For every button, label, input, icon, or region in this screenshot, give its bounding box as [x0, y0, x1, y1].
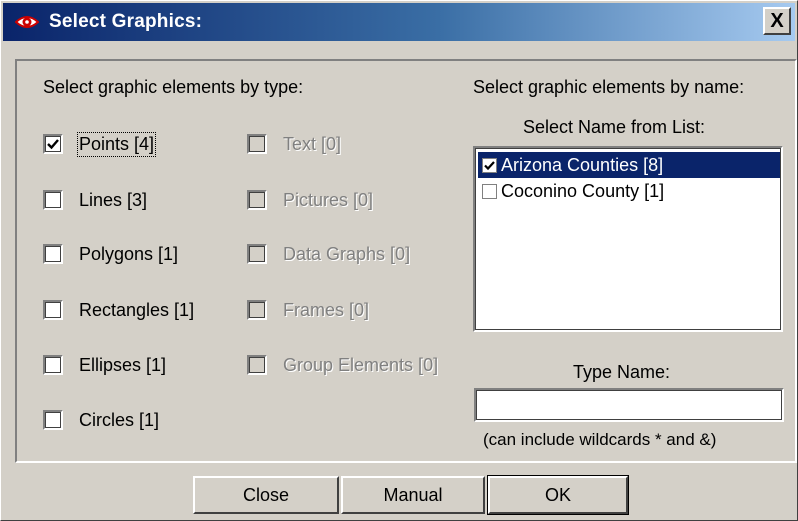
by-type-heading: Select graphic elements by type:	[43, 77, 304, 97]
checkbox-lines[interactable]: Lines [3]	[43, 187, 147, 213]
list-item-label: Coconino County [1]	[501, 180, 665, 201]
type-name-label: Type Name:	[573, 362, 671, 382]
checkmark-icon	[47, 139, 59, 150]
list-checkbox[interactable]	[482, 183, 497, 199]
checkbox-ellipses[interactable]: Ellipses [1]	[43, 352, 166, 378]
checkbox-rectangles[interactable]: Rectangles [1]	[43, 297, 194, 323]
by-name-heading: Select graphic elements by name:	[473, 77, 745, 97]
checkbox-box	[247, 355, 267, 375]
list-checkbox[interactable]	[482, 157, 497, 173]
checkbox-frames: Frames [0]	[247, 297, 369, 323]
list-item-coconino-county[interactable]: Coconino County [1]	[478, 178, 664, 204]
checkbox-pictures: Pictures [0]	[247, 187, 373, 213]
checkbox-label: Circles [1]	[79, 409, 160, 430]
name-list[interactable]: Arizona Counties [8] Coconino County [1]	[473, 146, 783, 332]
checkbox-label: Lines [3]	[79, 189, 148, 210]
checkbox-label: Pictures [0]	[283, 189, 374, 210]
eye-icon	[14, 12, 40, 32]
checkbox-box	[247, 300, 267, 320]
checkbox-box[interactable]	[43, 355, 63, 375]
dialog-title: Select Graphics:	[49, 11, 203, 32]
checkbox-label: Group Elements [0]	[283, 354, 439, 375]
ok-button[interactable]: OK	[487, 475, 629, 515]
checkbox-box[interactable]	[43, 244, 63, 264]
checkmark-icon	[484, 160, 495, 170]
checkbox-data-graphs: Data Graphs [0]	[247, 241, 410, 267]
checkbox-label: Rectangles [1]	[79, 299, 195, 320]
checkbox-box[interactable]	[43, 300, 63, 320]
close-window-button[interactable]: X	[763, 7, 791, 35]
checkbox-box	[247, 244, 267, 264]
select-name-list-label: Select Name from List:	[523, 117, 706, 137]
type-name-input[interactable]	[474, 388, 784, 422]
checkbox-box	[247, 190, 267, 210]
wildcard-hint: (can include wildcards * and &)	[483, 430, 717, 449]
checkbox-box[interactable]	[43, 190, 63, 210]
checkbox-label: Points [4]	[76, 131, 157, 157]
checkbox-label: Text [0]	[283, 133, 342, 154]
checkbox-label: Ellipses [1]	[79, 354, 167, 375]
checkbox-points[interactable]: Points [4]	[43, 131, 157, 157]
checkbox-box	[247, 134, 267, 154]
close-icon: X	[770, 9, 784, 32]
checkbox-polygons[interactable]: Polygons [1]	[43, 241, 178, 267]
checkbox-group-elements: Group Elements [0]	[247, 352, 438, 378]
checkbox-label: Frames [0]	[283, 299, 370, 320]
checkbox-label: Polygons [1]	[79, 243, 179, 264]
list-item-arizona-counties[interactable]: Arizona Counties [8]	[478, 152, 780, 178]
checkbox-label: Data Graphs [0]	[283, 243, 411, 264]
checkbox-box[interactable]	[43, 410, 63, 430]
manual-button[interactable]: Manual	[341, 476, 485, 514]
close-button[interactable]: Close	[193, 476, 339, 514]
title-bar[interactable]: Select Graphics: X	[3, 3, 795, 41]
checkbox-circles[interactable]: Circles [1]	[43, 407, 159, 433]
checkbox-box[interactable]	[43, 134, 63, 154]
list-item-label: Arizona Counties [8]	[501, 154, 664, 175]
select-graphics-dialog: Select Graphics: X Select graphic elemen…	[0, 0, 798, 521]
checkbox-text: Text [0]	[247, 131, 341, 157]
